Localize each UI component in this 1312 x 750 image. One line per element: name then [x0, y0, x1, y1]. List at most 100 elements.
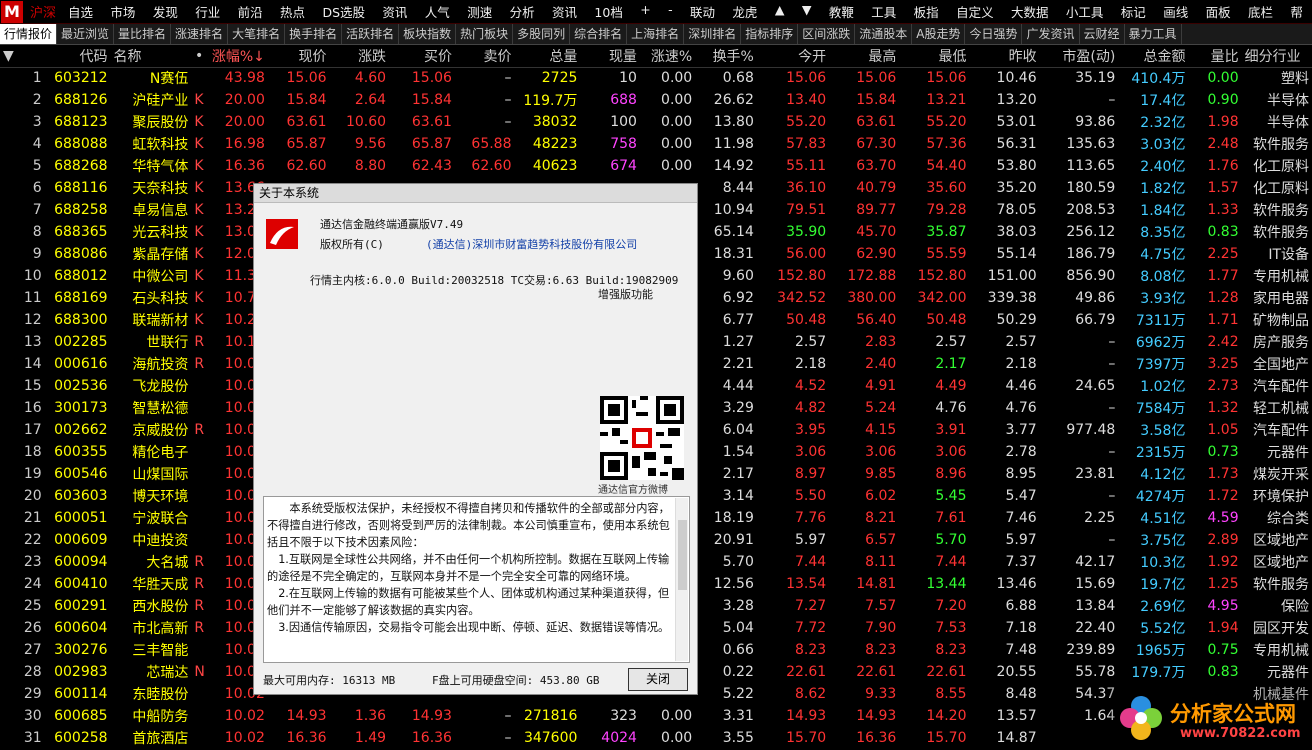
- table-row[interactable]: 3 688123 聚辰股份 K 20.00 63.61 10.60 63.61 – 38032 10…: [0, 111, 1312, 133]
- tab-16[interactable]: A股走势: [912, 24, 966, 44]
- menu-item[interactable]: 工具: [866, 2, 901, 21]
- column-header[interactable]: 量比: [1188, 45, 1242, 68]
- menu-item[interactable]: 分析: [505, 2, 540, 21]
- menu-item[interactable]: 画线: [1158, 2, 1193, 21]
- menu-item[interactable]: 板指: [909, 2, 944, 21]
- menu-item[interactable]: 龙虎: [727, 2, 762, 21]
- tab-14[interactable]: 区间涨跌: [798, 24, 856, 44]
- menu-item[interactable]: 底栏: [1243, 2, 1278, 21]
- menu-item[interactable]: 大数据: [1006, 2, 1054, 21]
- tab-6[interactable]: 活跃排名: [342, 24, 400, 44]
- menu-item[interactable]: 前沿: [233, 2, 268, 21]
- table-row[interactable]: 1 603212 N赛伍 43.98 15.06 4.60 15.06 – 2725 10 0.00…: [0, 67, 1312, 89]
- tab-20[interactable]: 暴力工具: [1125, 24, 1182, 44]
- tab-2[interactable]: 量比排名: [114, 24, 172, 44]
- table-cell: 2.57: [795, 334, 827, 350]
- menu-item[interactable]: 教鞭: [824, 2, 859, 21]
- notice-scrollbar[interactable]: [675, 498, 688, 661]
- menu-item[interactable]: +: [635, 2, 655, 21]
- table-cell: 54.37: [1075, 686, 1116, 702]
- menu-item[interactable]: 帮: [1285, 2, 1308, 21]
- menu-item[interactable]: 人气: [420, 2, 455, 21]
- table-cell: 14.87: [996, 730, 1037, 746]
- scroll-thumb[interactable]: [678, 520, 687, 590]
- table-row[interactable]: 5 688268 华特气体 K 16.36 62.60 8.80 62.43 62.60 4062…: [0, 155, 1312, 177]
- column-header[interactable]: 现量: [580, 45, 640, 68]
- tab-13[interactable]: 指标排序: [741, 24, 799, 44]
- column-header[interactable]: 细分行业: [1241, 45, 1312, 68]
- table-cell: 42.17: [1075, 554, 1116, 570]
- menu-item[interactable]: DS选股: [317, 2, 370, 21]
- table-cell: 1.72: [1207, 488, 1239, 504]
- menu-item[interactable]: 资讯: [547, 2, 582, 21]
- tab-7[interactable]: 板块指数: [399, 24, 457, 44]
- table-cell: 78.05: [996, 202, 1037, 218]
- menu-item[interactable]: 发现: [148, 2, 183, 21]
- menu-item[interactable]: ▼: [797, 2, 817, 21]
- column-header[interactable]: 名称: [110, 45, 192, 68]
- table-cell: 688088: [54, 136, 108, 152]
- license-notice[interactable]: 本系统受版权法保护，未经授权不得擅自拷贝和传播软件的全部或部分内容，不得擅自进行…: [263, 496, 690, 663]
- column-header[interactable]: 最低: [899, 45, 970, 68]
- tab-17[interactable]: 今日强势: [965, 24, 1023, 44]
- tab-15[interactable]: 流通股本: [855, 24, 913, 44]
- menu-item[interactable]: 资讯: [377, 2, 412, 21]
- table-cell: 15.70: [926, 730, 967, 746]
- menu-item[interactable]: 自选: [63, 2, 98, 21]
- close-button[interactable]: 关闭: [628, 668, 688, 691]
- column-header[interactable]: 代码: [44, 45, 111, 68]
- table-cell: 7.90: [865, 620, 897, 636]
- menu-item[interactable]: 面板: [1201, 2, 1236, 21]
- tab-10[interactable]: 综合排名: [570, 24, 628, 44]
- column-header[interactable]: 最高: [829, 45, 900, 68]
- copyright-label: 版权所有(C): [320, 238, 384, 251]
- column-header[interactable]: 现价: [267, 45, 330, 68]
- column-header[interactable]: 涨跌: [329, 45, 390, 68]
- column-header[interactable]: 市盈(动): [1039, 45, 1119, 68]
- menu-item[interactable]: -: [663, 2, 678, 21]
- menu-item[interactable]: 10档: [589, 2, 627, 21]
- table-cell: 0.66: [722, 642, 754, 658]
- column-header[interactable]: 昨收: [969, 45, 1040, 68]
- column-header[interactable]: 总量: [514, 45, 581, 68]
- table-row[interactable]: 4 688088 虹软科技 K 16.98 65.87 9.56 65.87 65.88 4822…: [0, 133, 1312, 155]
- tab-18[interactable]: 广发资讯: [1022, 24, 1080, 44]
- tab-4[interactable]: 大笔排名: [228, 24, 286, 44]
- column-header[interactable]: •: [191, 45, 207, 68]
- column-header[interactable]: ▼: [0, 45, 45, 68]
- tab-8[interactable]: 热门板块: [456, 24, 514, 44]
- table-cell: 东睦股份: [132, 687, 189, 703]
- column-header[interactable]: 涨速%: [639, 45, 696, 68]
- menu-item[interactable]: 市场: [105, 2, 140, 21]
- tab-5[interactable]: 换手排名: [285, 24, 343, 44]
- tab-12[interactable]: 深圳排名: [684, 24, 742, 44]
- table-row[interactable]: 2 688126 沪硅产业 K 20.00 15.84 2.64 15.84–119.7万 68…: [0, 89, 1312, 111]
- table-cell: 8.80: [354, 158, 387, 174]
- menu-item[interactable]: 热点: [275, 2, 310, 21]
- menu-item[interactable]: 行业: [190, 2, 225, 21]
- menu-item[interactable]: 测速: [462, 2, 497, 21]
- column-header[interactable]: 买价: [389, 45, 455, 68]
- table-cell: 园区开发: [1253, 621, 1309, 637]
- tab-19[interactable]: 云财经: [1080, 24, 1125, 44]
- menu-item[interactable]: ▲: [770, 2, 790, 21]
- tab-3[interactable]: 涨速排名: [171, 24, 229, 44]
- market-selector[interactable]: 沪深: [23, 2, 63, 21]
- menu-item[interactable]: 联动: [685, 2, 720, 21]
- tab-11[interactable]: 上海排名: [627, 24, 685, 44]
- column-header[interactable]: 换手%: [695, 45, 757, 68]
- column-header[interactable]: 卖价: [454, 45, 515, 68]
- menu-item[interactable]: 自定义: [951, 2, 999, 21]
- table-cell: 房产服务: [1253, 335, 1309, 351]
- column-header[interactable]: 涨幅%↓: [206, 45, 268, 68]
- table-cell: 15.06: [856, 70, 897, 87]
- tab-0[interactable]: 行情报价: [0, 24, 58, 44]
- column-header[interactable]: 今开: [756, 45, 830, 68]
- column-header[interactable]: 总金额: [1118, 45, 1189, 68]
- table-cell: 31: [23, 730, 42, 746]
- menu-item[interactable]: 小工具: [1061, 2, 1109, 21]
- tab-1[interactable]: 最近浏览: [57, 24, 115, 44]
- tab-9[interactable]: 多股同列: [513, 24, 571, 44]
- table-cell: 14.93: [856, 708, 897, 724]
- menu-item[interactable]: 标记: [1116, 2, 1151, 21]
